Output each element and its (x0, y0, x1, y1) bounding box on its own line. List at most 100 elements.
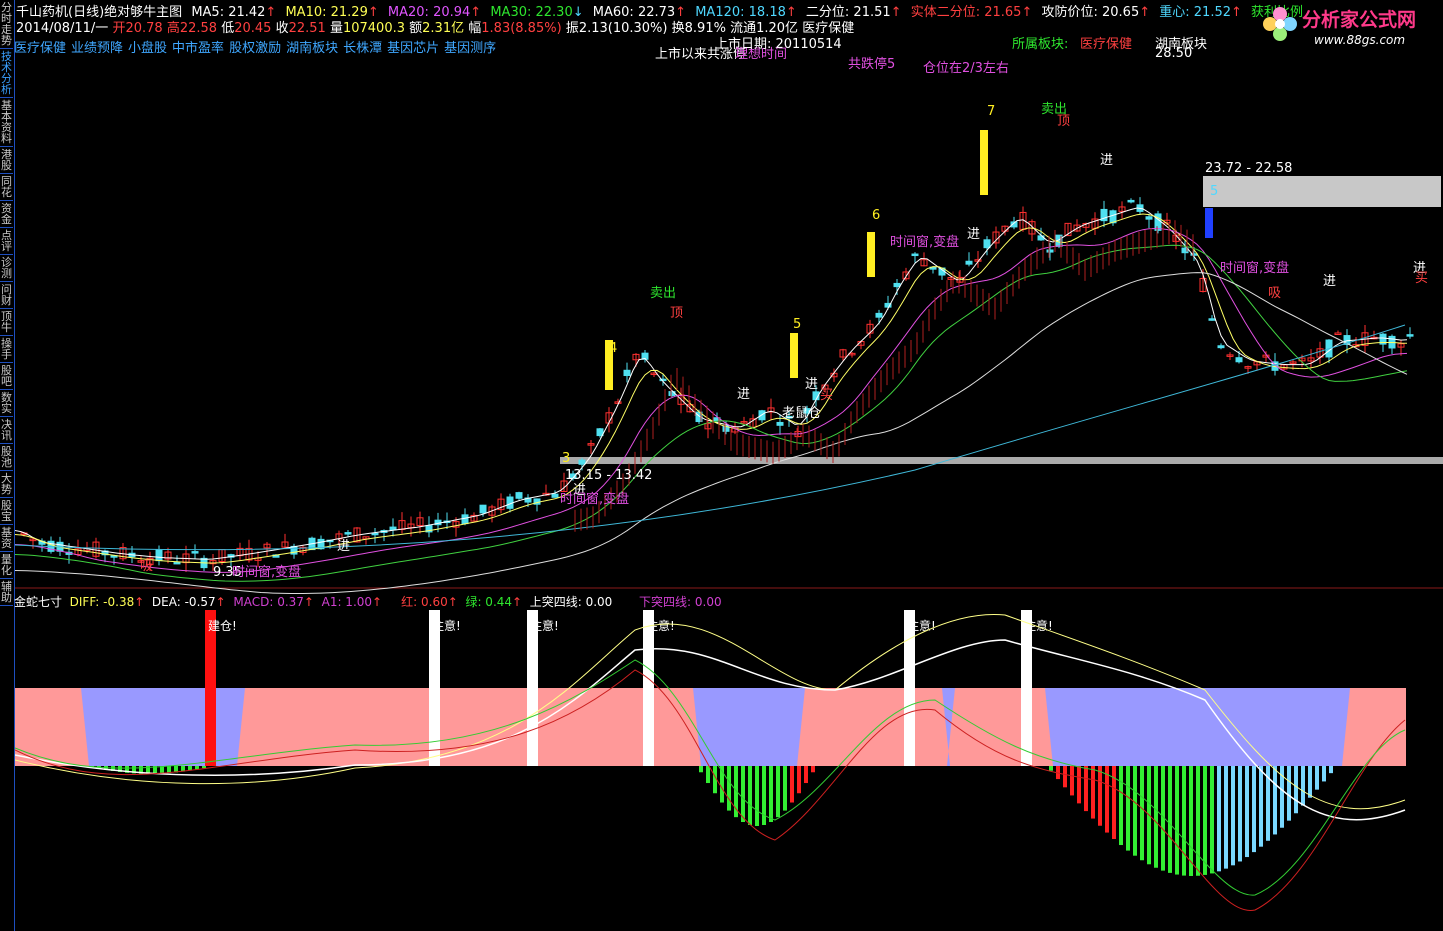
kline-chart[interactable]: 28.5023.72 - 22.5813.15 - 13.429.35上市以来共… (15, 0, 1443, 931)
left-tab-14[interactable]: 股池 (0, 444, 13, 471)
macd-hist (1063, 766, 1067, 788)
candle-body (1406, 334, 1414, 337)
left-tab-6[interactable]: 点评 (0, 228, 13, 255)
candle-body (1109, 210, 1117, 224)
macd-hist (1210, 766, 1214, 874)
candle-body (623, 369, 631, 377)
wave-label-wave4: 4 (609, 341, 617, 356)
candle-body (1145, 216, 1153, 220)
top-label: 顶 (1057, 114, 1070, 129)
range2-label: 13.15 - 13.42 (565, 468, 652, 483)
macd-hist (1203, 766, 1207, 875)
macd-hist (706, 766, 710, 784)
enter-label: 进 (805, 377, 818, 392)
macd-hist (1049, 766, 1053, 771)
macd-hist (755, 766, 759, 826)
left-tab-bar: 分时走势 技术分析 基本资料 港股 同花 资金 点评 诊测 问财 顶牛 操手 股吧 数实 决讯 股池 大势 股宝… (0, 0, 15, 931)
wave-label-wave6: 6 (872, 208, 880, 223)
macd-hist (1294, 766, 1298, 814)
left-tab-4[interactable]: 同花 (0, 174, 13, 201)
sub-indicator-name[interactable]: 金蛇七寸 (14, 595, 62, 609)
left-tab-5[interactable]: 资金 (0, 201, 13, 228)
left-tab-15[interactable]: 大势 (0, 471, 13, 498)
ma20-line (15, 227, 1408, 573)
a1-arrow: ↑ (372, 595, 383, 609)
attention-bar (904, 610, 915, 766)
candle-body (191, 551, 199, 554)
macd-hist (1126, 766, 1130, 851)
candle-body (515, 492, 523, 499)
candle-body (983, 239, 991, 249)
buy-label: 买 (1415, 271, 1428, 286)
candle-body (173, 561, 181, 565)
macd-hist (1175, 766, 1179, 875)
left-tab-7[interactable]: 诊测 (0, 255, 13, 282)
left-tab-1[interactable]: 技术分析 (0, 49, 13, 98)
candle-body (371, 532, 379, 536)
left-tab-19[interactable]: 辅助 (0, 579, 13, 606)
left-tab-2[interactable]: 基本资料 (0, 98, 13, 147)
left-tab-9[interactable]: 顶牛 (0, 309, 13, 336)
wave-label-wave5: 5 (793, 317, 801, 332)
macd-hist (769, 766, 773, 823)
build-bar (205, 610, 216, 766)
macd-hist (1182, 766, 1186, 876)
left-tab-3[interactable]: 港股 (0, 147, 13, 174)
macd-hist (1196, 766, 1200, 876)
left-tab-11[interactable]: 股吧 (0, 363, 13, 390)
logo-text: 分析家公式网 (1302, 8, 1416, 31)
candle-body (1235, 357, 1243, 363)
signal-candle (790, 333, 798, 378)
position-label: 仓位在2/3左右 (923, 61, 1009, 76)
macd-hist (727, 766, 731, 811)
macd-hist (1322, 766, 1326, 782)
candle-body (1217, 345, 1225, 349)
left-tab-10[interactable]: 操手 (0, 336, 13, 363)
left-tab-0[interactable]: 分时走势 (0, 0, 13, 49)
macd-hist (1308, 766, 1312, 798)
candle-body (1127, 199, 1135, 203)
green-arrow: ↑ (512, 595, 523, 609)
candle-body (344, 532, 352, 535)
left-tab-12[interactable]: 数实 (0, 390, 13, 417)
mouse-label: 老鼠仓 (782, 406, 821, 421)
left-tab-13[interactable]: 决讯 (0, 417, 13, 444)
macd-hist (1287, 766, 1291, 821)
candle-body (875, 312, 883, 318)
macd-arrow: ↑ (303, 595, 314, 609)
macd-hist (1315, 766, 1319, 790)
left-tab-17[interactable]: 基资 (0, 525, 13, 552)
macd-hist (1119, 766, 1123, 846)
left-tab-8[interactable]: 问财 (0, 282, 13, 309)
macd-hist (804, 766, 808, 784)
wave-label-wave5b: 5 (1210, 184, 1218, 199)
absorb-label: 吸 (140, 559, 153, 574)
dea-value: DEA: -0.57 (151, 595, 216, 609)
wave-label-wave3: 3 (562, 451, 570, 466)
sector1-label: 医疗保健 (1080, 37, 1132, 52)
macd-hist (1329, 766, 1333, 774)
support-band (560, 457, 1443, 464)
absorb-label: 吸 (1268, 286, 1281, 301)
sub-indicator-header: 金蛇七寸 DIFF: -0.38↑ DEA: -0.57↑ MACD: 0.37… (14, 593, 722, 610)
macd-hist (1077, 766, 1081, 804)
signal-candle (980, 130, 988, 195)
green-value: 绿: 0.44 (465, 595, 513, 609)
signal-candle (867, 232, 875, 277)
left-tab-16[interactable]: 股宝 (0, 498, 13, 525)
enter-label: 进 (737, 387, 750, 402)
red-arrow: ↑ (447, 595, 458, 609)
macd-value: MACD: 0.37 (233, 595, 304, 609)
macd-hist (1105, 766, 1109, 833)
a1-value: A1: 1.00 (321, 595, 373, 609)
ma30-line (15, 244, 1408, 582)
stats3-label: 共跌停5 (848, 56, 895, 72)
macd-hist (776, 766, 780, 818)
ma60-line (15, 272, 1408, 594)
enter-label: 进 (1100, 153, 1113, 168)
macd-hist (1217, 766, 1221, 872)
macd-hist (1098, 766, 1102, 826)
left-tab-18[interactable]: 量化 (0, 552, 13, 579)
candle-body (155, 549, 163, 562)
macd-hist (790, 766, 794, 803)
